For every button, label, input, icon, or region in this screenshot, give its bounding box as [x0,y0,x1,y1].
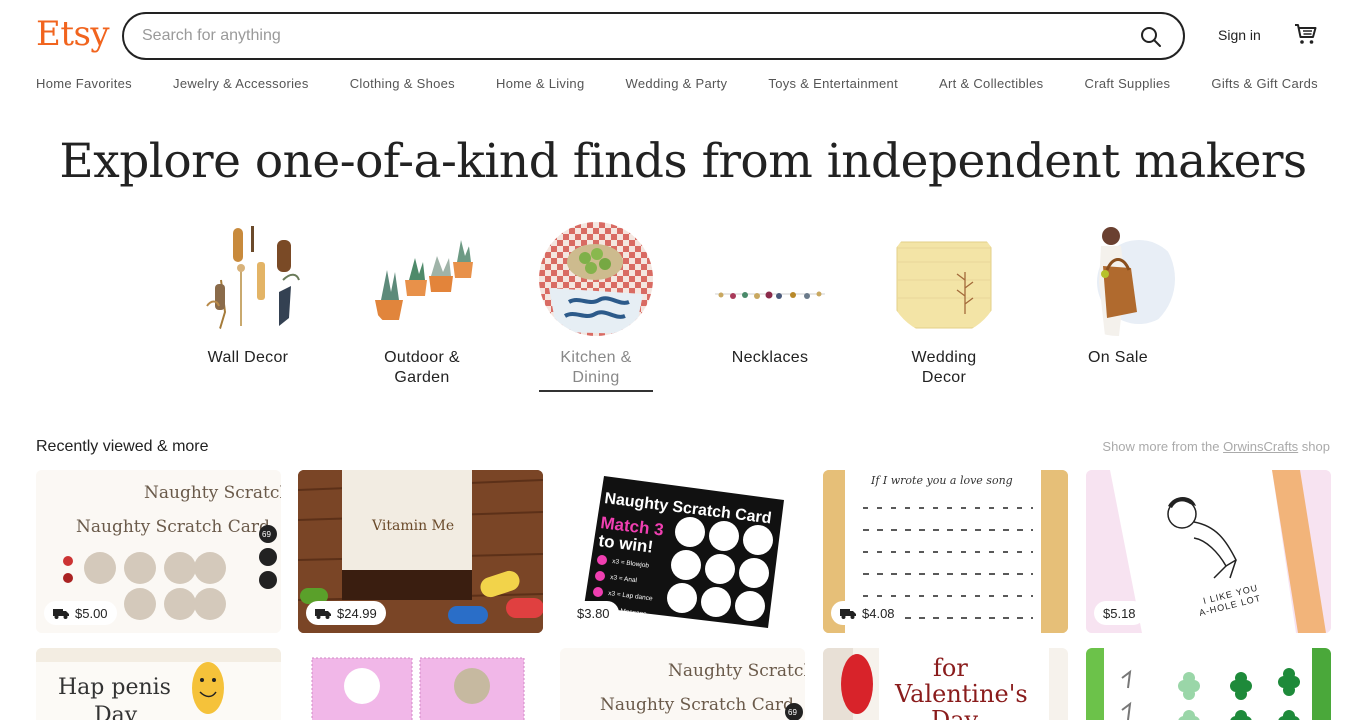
price-tag: $5.18 [1094,601,1145,625]
circle-label: Kitchen & Dining [560,349,632,386]
circle-category-on-sale[interactable]: On Sale [1061,222,1175,368]
price-tag: $4.08 [831,601,904,625]
card-text: Valentine's [894,680,1028,708]
listing-card[interactable]: I LIKE YOU A-HOLE LOT $5.18 [1086,470,1331,633]
hero-title: Explore one-of-a-kind finds from indepen… [59,134,1307,189]
circle-category-wedding-decor[interactable]: Wedding Decor [887,222,1001,388]
nav-home-favorites[interactable]: Home Favorites [36,76,132,91]
nav-toys-entertainment[interactable]: Toys & Entertainment [768,76,898,91]
search-input[interactable] [142,24,1102,48]
category-nav: Home Favorites Jewelry & Accessories Clo… [36,76,1318,91]
listing-card[interactable]: for Valentine's Day [823,648,1068,720]
price-tag: $5.00 [44,601,117,625]
listing-card[interactable]: Naughty Scratch C Naughty Scratch Card 6… [36,470,281,633]
card-text: Naughty Scratch C [144,483,281,503]
listing-image [298,648,543,720]
price-tag: $3.80 [568,601,619,625]
show-more-shop: Show more from the OrwinsCrafts shop [1102,439,1330,454]
nav-clothing-shoes[interactable]: Clothing & Shoes [350,76,455,91]
listing-card[interactable]: Vitamin Me $24.99 [298,470,543,633]
listing-image: Hap penis Day [36,648,281,720]
card-text: 69 [788,708,797,717]
circle-category-kitchen-dining[interactable]: Kitchen & Dining [539,222,653,392]
necklaces-image [713,222,827,336]
circle-label: On Sale [1088,349,1148,366]
card-text: Day [931,706,979,720]
card-text: Vitamin Me [371,518,454,534]
cart-icon[interactable] [1294,22,1318,46]
circle-category-outdoor-garden[interactable]: Outdoor & Garden [365,222,479,388]
listing-card[interactable] [298,648,543,720]
wedding-decor-image [887,222,1001,336]
active-underline [539,390,653,392]
nav-wedding-party[interactable]: Wedding & Party [626,76,728,91]
card-text: If I wrote you a love song [870,474,1013,487]
circle-label: Necklaces [731,349,809,366]
sign-in-link[interactable]: Sign in [1218,27,1261,43]
listing-image [1086,648,1331,720]
truck-icon [53,608,69,619]
nav-craft-supplies[interactable]: Craft Supplies [1085,76,1171,91]
etsy-logo[interactable]: Etsy [36,14,110,54]
circle-category-necklaces[interactable]: Necklaces [713,222,827,368]
circle-category-wall-decor[interactable]: Wall Decor [191,222,305,368]
card-text: Naughty Scratch C [668,661,805,681]
truck-icon [315,608,331,619]
circle-label: Wall Decor [207,349,289,366]
listing-image: for Valentine's Day [823,648,1068,720]
listing-card[interactable] [1086,648,1331,720]
price-tag: $24.99 [306,601,386,625]
card-text: 69 [262,530,271,539]
circle-label: Outdoor & Garden [384,349,460,386]
recently-viewed-title: Recently viewed & more [36,438,209,455]
card-text: Hap penis [58,675,171,700]
nav-home-living[interactable]: Home & Living [496,76,584,91]
listing-image: Naughty Scratch C Naughty Scratch Card 6… [560,648,805,720]
nav-gifts-gift-cards[interactable]: Gifts & Gift Cards [1211,76,1318,91]
circle-label: Wedding Decor [911,349,977,386]
nav-jewelry-accessories[interactable]: Jewelry & Accessories [173,76,309,91]
wall-decor-image [191,222,305,336]
listing-card[interactable]: Hap penis Day [36,648,281,720]
listing-card[interactable]: If I wrote you a love song $4.08 [823,470,1068,633]
listing-card[interactable]: Naughty Scratch Card Match 3 to win! x3 … [560,470,805,633]
search-icon[interactable] [1139,25,1163,49]
card-text: Naughty Scratch Card [600,695,794,715]
card-text: Day [94,703,138,720]
outdoor-garden-image [365,222,479,336]
nav-art-collectibles[interactable]: Art & Collectibles [939,76,1043,91]
card-text: for [933,654,968,682]
card-text: Naughty Scratch Card [76,517,270,537]
on-sale-image [1061,222,1175,336]
truck-icon [840,608,856,619]
shop-link[interactable]: OrwinsCrafts [1223,439,1298,454]
listing-card[interactable]: Naughty Scratch C Naughty Scratch Card 6… [560,648,805,720]
search-bar [122,12,1185,60]
kitchen-dining-image [539,222,653,336]
